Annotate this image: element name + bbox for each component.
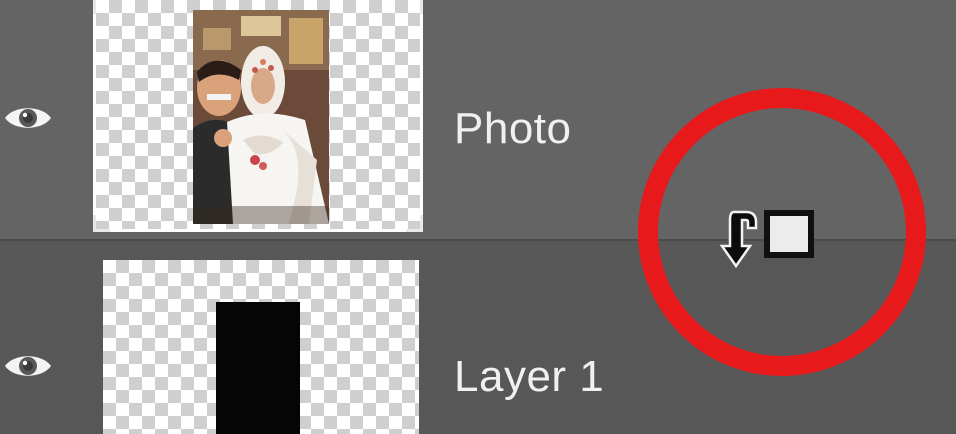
layer-name-layer-1[interactable]: Layer 1 [454, 352, 604, 402]
photo-image [193, 10, 329, 224]
layers-panel: Photo Layer 1 [0, 0, 956, 434]
layer-name-photo[interactable]: Photo [454, 104, 571, 154]
eye-icon[interactable] [2, 350, 54, 382]
selection-corner [406, 0, 423, 14]
selection-corner [406, 215, 423, 232]
selection-corner [93, 215, 110, 232]
layer-thumbnail-photo[interactable] [93, 0, 423, 232]
eye-icon[interactable] [2, 102, 54, 134]
clipping-mask-cursor-icon [719, 210, 814, 269]
selection-corner [93, 0, 110, 14]
layer-thumbnail-layer-1[interactable] [103, 260, 419, 434]
black-rectangle-shape [216, 302, 300, 434]
